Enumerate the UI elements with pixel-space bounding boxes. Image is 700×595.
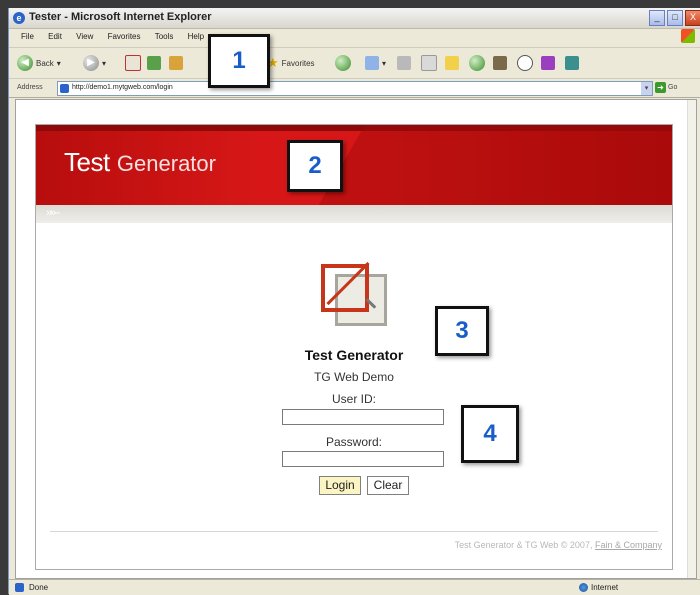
footer: Test Generator & TG Web © 2007, Fain & C… bbox=[455, 540, 662, 550]
favorites-label: Favorites bbox=[281, 58, 315, 68]
discuss-button[interactable] bbox=[445, 54, 459, 72]
addon-button[interactable] bbox=[565, 54, 579, 72]
menu-bar: File Edit View Favorites Tools Help bbox=[9, 29, 700, 45]
menu-view[interactable]: View bbox=[76, 32, 93, 41]
sub-band: »»··· bbox=[36, 205, 672, 223]
brand-logo: Test Generator bbox=[64, 147, 216, 178]
status-bar: Done Internet bbox=[9, 579, 700, 595]
login-title: Test Generator bbox=[304, 347, 404, 363]
test-generator-logo-icon bbox=[319, 261, 389, 326]
maximize-button[interactable]: □ bbox=[667, 10, 683, 26]
go-label: Go bbox=[668, 84, 678, 91]
window-controls: _ □ X bbox=[649, 10, 700, 26]
forward-dropdown-icon[interactable]: ▾ bbox=[102, 59, 106, 68]
login-subtitle: TG Web Demo bbox=[314, 370, 394, 384]
callout-3: 3 bbox=[435, 306, 489, 356]
print-icon bbox=[397, 56, 411, 70]
edit-icon bbox=[421, 55, 437, 71]
brand-light: Generator bbox=[116, 151, 216, 176]
stop-icon bbox=[125, 55, 141, 71]
forward-button[interactable]: ▶ ▾ bbox=[83, 54, 106, 72]
user-id-label: User ID: bbox=[331, 392, 376, 406]
close-button[interactable]: X bbox=[685, 10, 700, 26]
browser-window: e Tester - Microsoft Internet Explorer _… bbox=[8, 8, 700, 595]
login-page: Test Generator »»··· Test Generator TG W… bbox=[35, 124, 673, 570]
login-button[interactable]: Login bbox=[319, 476, 361, 495]
banner: Test Generator bbox=[36, 125, 672, 205]
edit-button[interactable] bbox=[421, 54, 437, 72]
banner-swoosh bbox=[295, 125, 672, 205]
password-field[interactable] bbox=[282, 451, 444, 467]
title-bar: e Tester - Microsoft Internet Explorer _… bbox=[9, 8, 700, 29]
menu-tools[interactable]: Tools bbox=[155, 32, 174, 41]
toolbar: ◀ Back ▾ ▶ ▾ ★ Favorites ▾ bbox=[9, 47, 700, 79]
go-arrow-icon: ➜ bbox=[655, 82, 666, 93]
callout-4: 4 bbox=[461, 405, 519, 463]
home-icon bbox=[169, 56, 183, 70]
research-icon bbox=[493, 56, 507, 70]
chevrons-decoration: »»··· bbox=[46, 207, 61, 219]
addon-icon bbox=[565, 56, 579, 70]
mail-icon bbox=[365, 56, 379, 70]
refresh-icon bbox=[147, 56, 161, 70]
status-text: Done bbox=[29, 583, 49, 592]
address-url: http://demo1.mytgweb.com/login bbox=[72, 84, 173, 91]
user-button[interactable] bbox=[517, 54, 533, 72]
discuss-icon bbox=[445, 56, 459, 70]
home-button[interactable] bbox=[169, 54, 183, 72]
tools-icon bbox=[541, 56, 555, 70]
menu-edit[interactable]: Edit bbox=[48, 32, 62, 41]
go-button[interactable]: ➜ Go bbox=[655, 82, 677, 93]
forward-arrow-icon: ▶ bbox=[83, 55, 99, 71]
window-title: Tester - Microsoft Internet Explorer bbox=[29, 11, 212, 23]
callout-1: 1 bbox=[208, 34, 270, 88]
page-viewport: Test Generator »»··· Test Generator TG W… bbox=[15, 99, 697, 579]
clear-button[interactable]: Clear bbox=[367, 476, 409, 495]
user-icon bbox=[517, 55, 533, 71]
favorites-button[interactable]: ★ Favorites bbox=[267, 54, 315, 72]
ie-logo-icon: e bbox=[13, 12, 25, 24]
back-dropdown-icon[interactable]: ▾ bbox=[57, 59, 61, 68]
tools-button[interactable] bbox=[541, 54, 555, 72]
address-input[interactable]: http://demo1.mytgweb.com/login ▾ bbox=[57, 81, 653, 96]
footer-divider bbox=[50, 531, 658, 532]
research-button[interactable] bbox=[493, 54, 507, 72]
address-dropdown-icon[interactable]: ▾ bbox=[641, 82, 652, 95]
minimize-button[interactable]: _ bbox=[649, 10, 665, 26]
stop-button[interactable] bbox=[125, 54, 141, 72]
back-label: Back bbox=[36, 58, 54, 68]
status-zone: Internet bbox=[591, 583, 619, 592]
mail-button[interactable]: ▾ bbox=[365, 54, 386, 72]
messenger-button[interactable] bbox=[469, 54, 485, 72]
back-arrow-icon: ◀ bbox=[17, 55, 33, 71]
address-label: Address bbox=[17, 84, 43, 91]
windows-logo-icon bbox=[681, 29, 695, 43]
refresh-button[interactable] bbox=[147, 54, 161, 72]
menu-file[interactable]: File bbox=[21, 32, 34, 41]
brand-bold: Test bbox=[64, 147, 110, 177]
history-icon bbox=[335, 55, 351, 71]
user-id-field[interactable] bbox=[282, 409, 444, 425]
mail-dropdown-icon[interactable]: ▾ bbox=[382, 59, 386, 68]
print-button[interactable] bbox=[397, 54, 411, 72]
history-button[interactable] bbox=[335, 54, 351, 72]
address-bar: Address http://demo1.mytgweb.com/login ▾… bbox=[9, 79, 700, 98]
back-button[interactable]: ◀ Back ▾ bbox=[17, 54, 61, 72]
menu-favorites[interactable]: Favorites bbox=[108, 32, 141, 41]
internet-globe-icon bbox=[579, 583, 588, 592]
footer-link[interactable]: Fain & Company bbox=[595, 540, 662, 550]
status-page-icon bbox=[15, 583, 24, 592]
messenger-icon bbox=[469, 55, 485, 71]
page-icon bbox=[60, 84, 69, 93]
password-label: Password: bbox=[325, 435, 383, 449]
footer-text: Test Generator & TG Web © 2007, bbox=[454, 540, 593, 550]
menu-help[interactable]: Help bbox=[188, 32, 204, 41]
vertical-scrollbar[interactable] bbox=[687, 100, 696, 578]
callout-2: 2 bbox=[287, 140, 343, 192]
